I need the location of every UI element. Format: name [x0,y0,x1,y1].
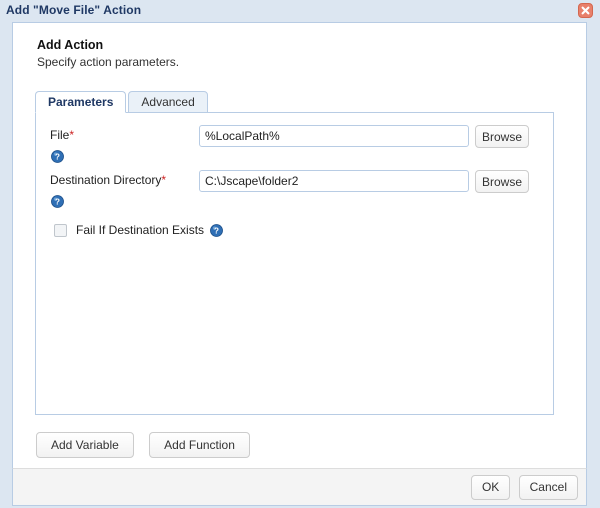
fail-if-destination-exists-row: Fail If Destination Exists ? [54,223,223,237]
destination-directory-label: Destination Directory* [50,173,166,187]
panel-action-buttons: Add Variable Add Function [36,432,262,458]
dialog-footer: OK Cancel [12,468,587,506]
close-icon[interactable] [578,3,593,18]
dialog-panel: Add Action Specify action parameters. Pa… [12,22,587,496]
svg-text:?: ? [55,152,60,161]
file-input[interactable] [199,125,469,147]
tab-bar: Parameters Advanced [35,90,210,113]
destination-directory-label-text: Destination Directory [50,173,161,187]
fail-if-destination-exists-checkbox[interactable] [54,224,67,237]
tab-advanced[interactable]: Advanced [128,91,207,113]
page-title: Add Action [37,38,179,53]
destination-directory-input[interactable] [199,170,469,192]
file-help-icon[interactable]: ? [51,150,64,163]
file-required-marker: * [69,128,74,142]
file-label: File* [50,128,74,142]
tab-panel-parameters: File* ? Browse Destination Directory* ? … [35,112,554,415]
file-browse-button[interactable]: Browse [475,125,529,148]
fail-if-destination-exists-label: Fail If Destination Exists [76,223,204,237]
destination-directory-help-icon[interactable]: ? [51,195,64,208]
svg-text:?: ? [214,226,219,235]
svg-text:?: ? [55,197,60,206]
destination-directory-required-marker: * [161,173,166,187]
file-label-text: File [50,128,69,142]
add-variable-button[interactable]: Add Variable [36,432,134,458]
window-titlebar: Add "Move File" Action [0,0,600,22]
footer-buttons: OK Cancel [466,475,578,500]
destination-directory-browse-button[interactable]: Browse [475,170,529,193]
fail-if-destination-exists-help-icon[interactable]: ? [210,224,223,237]
tab-parameters[interactable]: Parameters [35,91,126,113]
ok-button[interactable]: OK [471,475,510,500]
dialog-header: Add Action Specify action parameters. [37,38,179,70]
page-subtitle: Specify action parameters. [37,54,179,70]
add-function-button[interactable]: Add Function [149,432,250,458]
window-title: Add "Move File" Action [6,3,141,17]
cancel-button[interactable]: Cancel [519,475,578,500]
